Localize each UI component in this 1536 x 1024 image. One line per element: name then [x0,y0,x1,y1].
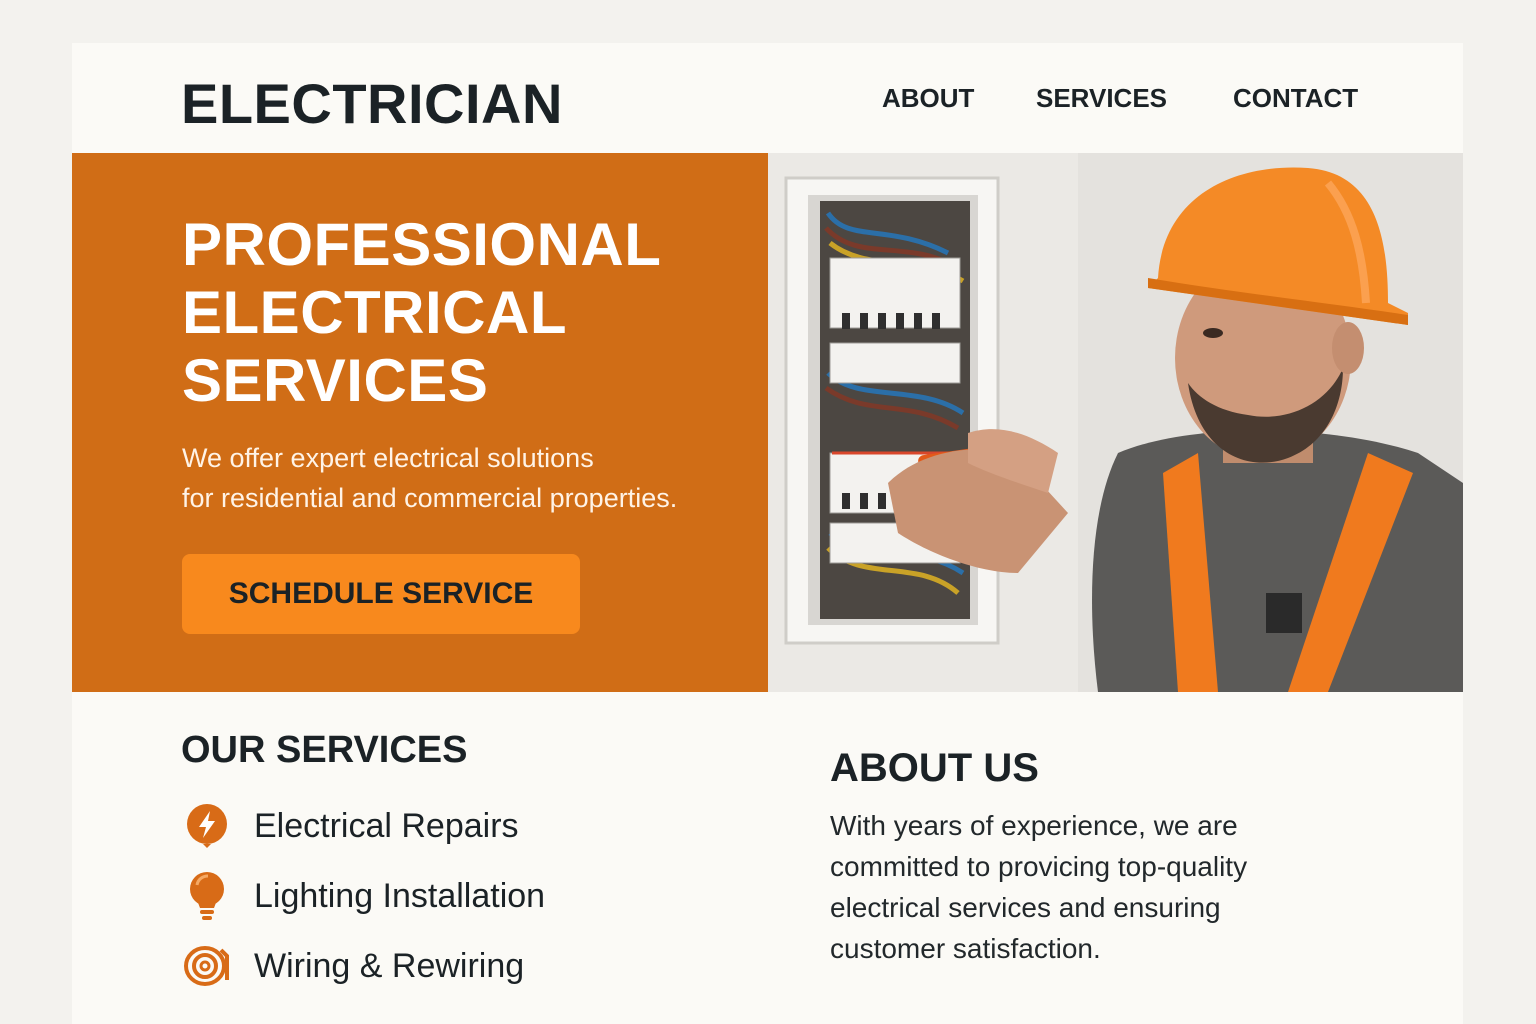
site-logo[interactable]: ELECTRICIAN [181,71,563,136]
services-heading: OUR SERVICES [181,729,468,771]
service-item-lighting-installation[interactable]: Lighting Installation [182,871,662,921]
lightbulb-icon [182,871,232,921]
nav-link-services[interactable]: SERVICES [1036,83,1167,114]
hero-description-line: We offer expert electrical solutions [182,443,594,473]
about-text-line: committed to provicing top-quality [830,851,1248,882]
about-text-line: With years of experience, we are [830,810,1238,841]
bolt-icon [182,801,232,851]
hero-title: PROFESSIONAL ELECTRICAL SERVICES [182,211,742,415]
service-item-wiring-rewiring[interactable]: Wiring & Rewiring [182,941,662,991]
hero-title-line: PROFESSIONAL [182,211,662,278]
service-label: Electrical Repairs [254,806,519,845]
service-label: Lighting Installation [254,876,546,915]
service-item-electrical-repairs[interactable]: Electrical Repairs [182,801,662,851]
about-text-line: electrical services and ensuring [830,892,1221,923]
hero-panel: PROFESSIONAL ELECTRICAL SERVICES We offe… [72,153,768,692]
hero-description: We offer expert electrical solutions for… [182,438,677,518]
about-text: With years of experience, we are committ… [830,805,1247,969]
page-container: ELECTRICIAN ABOUT SERVICES CONTACT PROFE… [72,43,1463,1024]
about-heading: ABOUT US [830,746,1039,790]
hero-description-line: for residential and commercial propertie… [182,483,678,513]
hero-title-line: ELECTRICAL [182,279,567,346]
site-header: ELECTRICIAN ABOUT SERVICES CONTACT [72,43,1463,153]
service-label: Wiring & Rewiring [254,946,525,985]
wire-coil-icon [182,941,232,991]
electrician-photo [768,153,1463,692]
schedule-service-button[interactable]: SCHEDULE SERVICE [182,554,580,634]
nav-link-about[interactable]: ABOUT [882,83,974,114]
hero-title-line: SERVICES [182,347,489,414]
about-text-line: customer satisfaction. [830,933,1101,964]
nav-link-contact[interactable]: CONTACT [1233,83,1358,114]
electrician-illustration [768,153,1463,692]
